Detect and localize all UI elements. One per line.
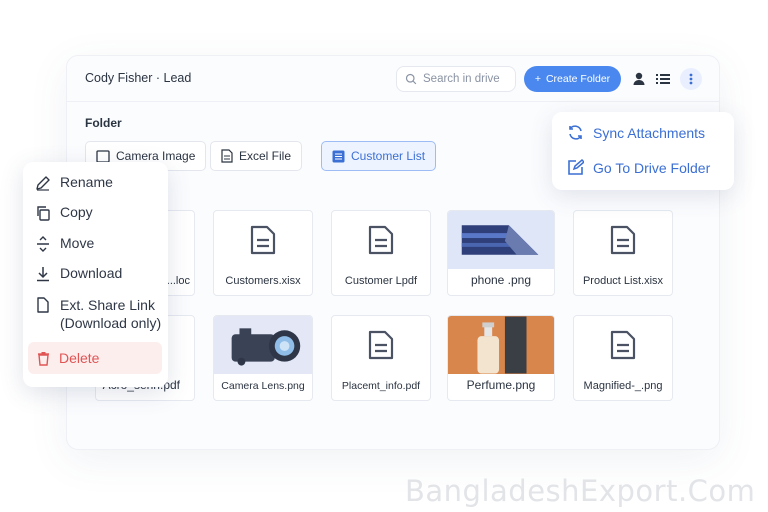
chip-customer-list[interactable]: Customer List	[321, 141, 437, 171]
menu-item-move[interactable]: Move	[35, 235, 94, 252]
menu-label: Rename	[60, 174, 113, 190]
camera-image	[231, 328, 301, 366]
folder-heading: Folder	[85, 116, 122, 130]
file-card-magnified[interactable]: Magnified-_.png	[573, 315, 673, 401]
create-folder-label: Create Folder	[545, 73, 611, 85]
file-card-placemt-info[interactable]: Placemt_info.pdf	[331, 315, 431, 401]
watermark-text: BangladeshExport.Com	[405, 474, 756, 508]
user-title: Cody Fisher · Lead	[85, 71, 192, 85]
move-icon	[37, 236, 49, 252]
document-icon	[368, 225, 394, 255]
file-name: Customer Lpdf	[344, 275, 418, 287]
menu-item-download[interactable]: Download	[35, 265, 122, 282]
trash-icon	[38, 351, 49, 366]
perfume-image	[448, 316, 554, 374]
menu-label: Download	[60, 265, 123, 281]
file-name: Product List.xisx	[582, 275, 664, 287]
search-input[interactable]: Search in drive	[396, 66, 516, 92]
menu-item-delete[interactable]: Delete	[28, 342, 162, 374]
context-menu: Rename Copy Move Download Ext. Share Lin…	[23, 162, 168, 387]
file-name: Customers.xisx	[225, 275, 301, 287]
table-icon	[332, 150, 345, 162]
menu-label: Sync Attachments	[593, 124, 706, 141]
menu-label: Copy	[60, 204, 93, 220]
file-name: Magnified-_.png	[583, 380, 663, 392]
chip-excel-file[interactable]: Excel File	[210, 141, 303, 171]
document-icon	[610, 330, 636, 360]
create-folder-button[interactable]: + Create Folder	[524, 66, 621, 92]
document-icon	[610, 225, 636, 255]
file-card-customers-xisx[interactable]: Customers.xisx	[213, 210, 313, 296]
more-options-button[interactable]	[680, 68, 702, 90]
file-card-perfume[interactable]: Perfume.png	[447, 315, 555, 401]
file-card-product-list[interactable]: Product List.xisx	[573, 210, 673, 296]
menu-item-share-link[interactable]: Ext. Share Link (Download only)	[35, 296, 161, 332]
folder-options-menu: Sync Attachments Go To Drive Folder	[552, 112, 734, 190]
menu-label: Ext. Share Link	[60, 297, 155, 313]
chip-label: Customer List	[351, 149, 426, 163]
menu-sublabel: (Download only)	[60, 315, 162, 331]
menu-item-rename[interactable]: Rename	[35, 174, 113, 191]
edit-box-icon	[568, 159, 584, 175]
phone-image	[461, 225, 539, 255]
menu-item-sync-attachments[interactable]: Sync Attachments	[567, 124, 705, 141]
chip-label: Camera Image	[116, 149, 196, 163]
document-icon	[221, 149, 233, 163]
document-icon	[250, 225, 276, 255]
menu-label: Delete	[59, 350, 100, 366]
menu-label: Go To Drive Folder	[593, 159, 711, 176]
copy-icon	[37, 206, 50, 221]
document-icon	[368, 330, 394, 360]
menu-item-go-to-drive-folder[interactable]: Go To Drive Folder	[567, 159, 710, 176]
file-name: phone .png	[470, 273, 532, 287]
file-name: Placemt_info.pdf	[341, 380, 421, 392]
menu-item-copy[interactable]: Copy	[35, 204, 93, 221]
file-link-icon	[37, 297, 49, 313]
file-name: Camera Lens.png	[221, 380, 305, 392]
chip-label: Excel File	[239, 149, 292, 163]
search-placeholder: Search in drive	[423, 73, 500, 85]
top-bar: Cody Fisher · Lead Search in drive + Cre…	[67, 56, 719, 102]
download-icon	[37, 267, 49, 282]
file-card-phone-png[interactable]: phone .png	[447, 210, 555, 296]
user-icon[interactable]	[631, 71, 647, 87]
menu-label: Move	[60, 235, 95, 251]
search-icon	[405, 73, 417, 85]
more-vertical-icon	[689, 73, 693, 85]
image-icon	[96, 149, 110, 163]
file-card-camera-lens[interactable]: Camera Lens.png	[213, 315, 313, 401]
file-name: Perfume.png	[466, 378, 536, 392]
sync-icon	[569, 125, 582, 140]
file-card-customer-lpdf[interactable]: Customer Lpdf	[331, 210, 431, 296]
plus-icon: +	[534, 73, 541, 85]
list-view-icon[interactable]	[655, 71, 671, 87]
pencil-icon	[36, 176, 50, 191]
